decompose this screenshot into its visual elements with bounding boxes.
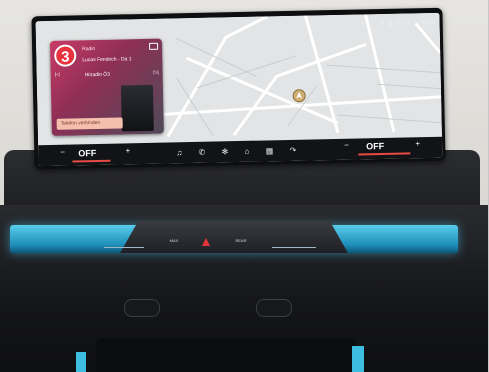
connect-phone-button[interactable]: Telefon verbinden — [56, 117, 123, 130]
temp-left-value[interactable]: OFF — [78, 148, 96, 158]
climate-right: − OFF + — [344, 139, 420, 156]
network-label: DE 3 — [395, 19, 410, 26]
air-vent-left — [124, 299, 160, 317]
temp-right-plus-button[interactable]: + — [415, 139, 420, 148]
media-widget[interactable]: 3 Radio Lucas Fendrich - Da 1 |◁ Hitradi… — [49, 38, 164, 136]
fan-slider-right[interactable] — [272, 247, 316, 248]
clock: 11:11 — [420, 18, 436, 26]
temp-left-plus-button[interactable]: + — [125, 146, 130, 155]
temp-right-minus-button[interactable]: − — [344, 141, 349, 150]
fan-icon[interactable]: ✻ — [222, 147, 229, 156]
fan-slider-left[interactable] — [104, 247, 144, 248]
infotainment-screen: ⚭ ▮ DE 3 ◔ 11:11 3 Radio Lucas Fendrich … — [35, 12, 443, 167]
phone-icon[interactable]: ✆ — [199, 148, 206, 157]
bluetooth-icon: ⚭ — [379, 20, 385, 27]
media-controls: |◁ Hitradio Ö3 ▷| — [55, 70, 159, 82]
temp-left-indicator — [72, 159, 111, 163]
station-logo: 3 — [54, 44, 77, 67]
skip-next-icon[interactable]: ▷| — [153, 70, 158, 76]
media-source: Radio — [82, 46, 96, 53]
rear-defrost-button[interactable]: REAR — [232, 238, 250, 243]
route-icon[interactable]: ↷ — [289, 146, 296, 155]
phone-image — [120, 84, 154, 132]
station-name: Hitradio Ö3 — [84, 71, 111, 79]
car-interior-photo: ⚭ ▮ DE 3 ◔ 11:11 3 Radio Lucas Fendrich … — [0, 0, 489, 372]
ambient-light-right — [352, 346, 364, 372]
nav-icons: ♫ ✆ ✻ ⌂ ▦ ↷ — [176, 144, 296, 160]
air-vent-right — [256, 299, 292, 317]
music-note-icon[interactable]: ♫ — [176, 148, 182, 157]
track-title: Lucas Fendrich - Da 1 — [82, 56, 132, 64]
signal-icon: ▮ — [388, 20, 393, 27]
temp-left-minus-button[interactable]: − — [60, 148, 65, 157]
max-label: MAX — [169, 238, 179, 243]
storage-tray — [96, 338, 356, 372]
wifi-icon: ◔ — [413, 19, 418, 26]
rear-label: REAR — [235, 238, 247, 243]
temp-right-value[interactable]: OFF — [366, 141, 384, 151]
status-bar: ⚭ ▮ DE 3 ◔ 11:11 — [380, 16, 436, 29]
home-icon[interactable]: ⌂ — [245, 147, 250, 156]
max-defrost-button[interactable]: MAX — [166, 238, 182, 243]
skip-previous-icon[interactable]: |◁ — [55, 72, 60, 78]
ambient-light-left — [76, 352, 86, 372]
widget-menu-icon[interactable] — [149, 42, 159, 50]
apps-grid-icon[interactable]: ▦ — [266, 146, 274, 155]
temp-right-indicator — [358, 152, 411, 156]
climate-left: − OFF + — [60, 146, 130, 163]
climate-control-panel — [120, 221, 348, 253]
